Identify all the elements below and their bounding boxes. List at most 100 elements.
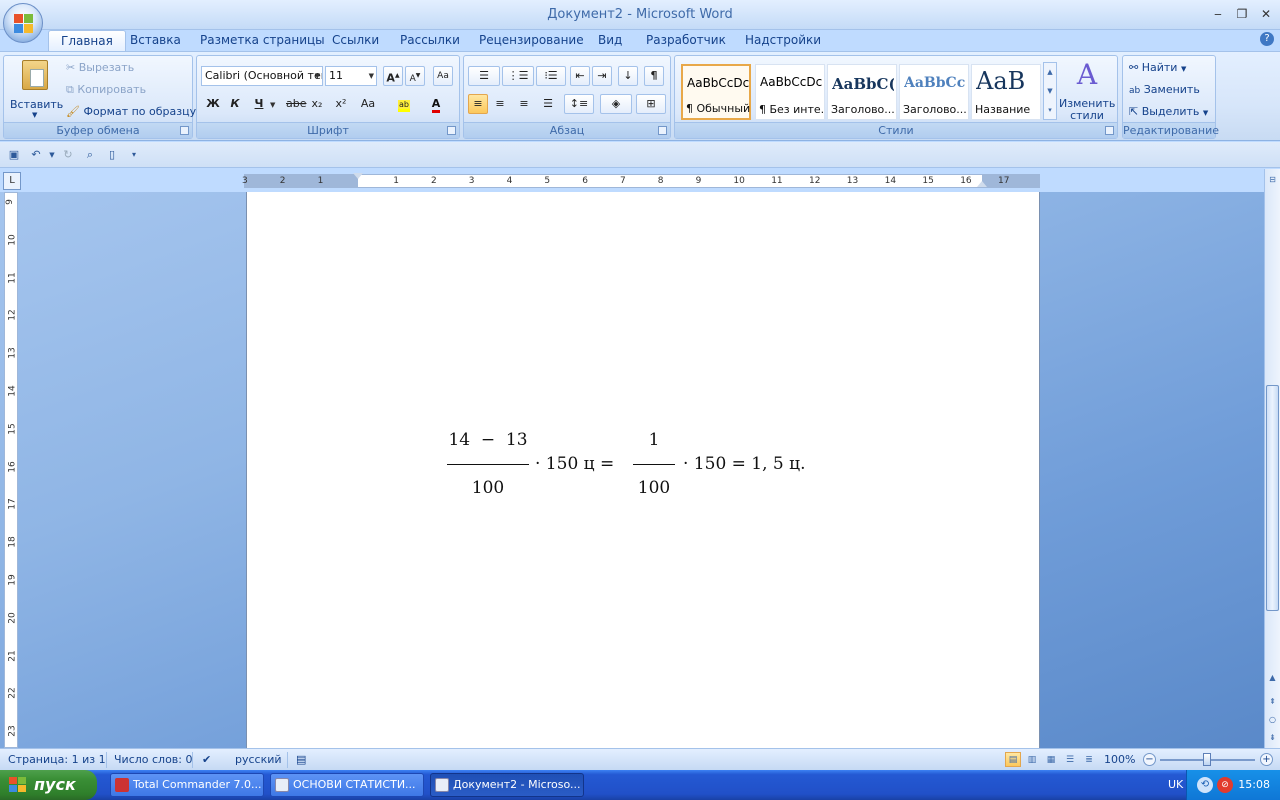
show-marks-button[interactable]: ¶ [644,66,664,86]
replace-button[interactable]: ab Заменить [1129,80,1200,100]
page-count[interactable]: Страница: 1 из 1 [8,753,106,766]
macro-record-icon[interactable]: ▤ [296,753,306,766]
line-spacing-button[interactable]: ↕≡ [564,94,594,114]
browse-object-icon[interactable]: ○ [1266,713,1279,727]
clipboard-dialog-launcher[interactable] [180,126,189,135]
language-indicator[interactable]: русский [235,753,282,766]
subscript-button[interactable]: x₂ [307,94,327,114]
draft-view-icon[interactable]: ≣ [1081,752,1097,767]
document-page[interactable]: 14 − 13 100 · 150 ц = 1 100 · 150 = 1, 5… [246,192,1040,748]
sort-button[interactable]: ↓ [618,66,638,86]
scroll-up-icon[interactable]: ▲ [1266,671,1279,685]
styles-scroll[interactable]: ▲ ▼ ▾ [1043,62,1057,120]
office-button[interactable] [3,3,43,43]
font-color-button[interactable]: A [423,94,449,114]
tab-review[interactable]: Рецензирование [467,30,596,52]
increase-indent-button[interactable]: ⇥ [592,66,612,86]
undo-icon[interactable]: ↶ [28,147,44,163]
format-painter-button[interactable]: 🖌 Формат по образцу [66,102,196,122]
find-button[interactable]: ⚯ Найти ▼ [1129,58,1186,78]
align-left-button[interactable]: ≡ [468,94,488,114]
style-heading2[interactable]: AaBbCc Заголово... [899,64,969,120]
superscript-button[interactable]: x² [331,94,351,114]
help-icon[interactable]: ? [1260,32,1274,46]
style-normal[interactable]: AaBbCcDc ¶ Обычный [681,64,751,120]
change-case-button[interactable]: Aa [355,94,381,114]
print-layout-view-icon[interactable]: ▤ [1005,752,1021,767]
align-center-button[interactable]: ≡ [490,94,510,114]
paste-button[interactable]: Вставить ▼ [8,58,63,120]
vertical-scrollbar[interactable]: ⊟ ▲ ⇞ ○ ⇟ [1264,169,1280,748]
new-document-icon[interactable]: ▯ [104,147,120,163]
vertical-ruler[interactable]: 9 10 11 12 13 14 15 16 17 18 19 20 21 22 23 [4,192,18,748]
italic-button[interactable]: К [225,94,245,114]
tab-addins[interactable]: Надстройки [733,30,833,52]
ruler-toggle-icon[interactable]: ⊟ [1266,173,1279,187]
redo-icon[interactable]: ↻ [60,147,76,163]
style-heading1[interactable]: AaBbC( Заголово... [827,64,897,120]
outline-view-icon[interactable]: ☰ [1062,752,1078,767]
proofing-icon[interactable]: ✔ [202,753,211,766]
input-language[interactable]: UK [1168,778,1183,791]
volume-icon[interactable]: ⊘ [1217,777,1233,793]
align-right-button[interactable]: ≡ [514,94,534,114]
font-name-select[interactable]: Calibri (Основной текст)▼ [201,66,323,86]
shading-button[interactable]: ◈ [600,94,632,114]
decrease-indent-button[interactable]: ⇤ [570,66,590,86]
tab-selector-icon[interactable]: L [3,172,21,190]
print-preview-icon[interactable]: ⌕ [82,147,98,163]
web-layout-icon[interactable]: ▦ [1043,752,1059,767]
minimize-button[interactable]: ‒ [1208,6,1228,22]
zoom-slider-thumb[interactable] [1203,753,1211,766]
scroll-thumb[interactable] [1266,385,1279,611]
close-button[interactable]: ✕ [1256,6,1276,22]
tab-references[interactable]: Ссылки [320,30,391,52]
previous-page-icon[interactable]: ⇞ [1266,695,1279,709]
multilevel-list-button[interactable]: ⁝☰ [536,66,566,86]
cut-button[interactable]: ✂ Вырезать [66,58,134,78]
start-button[interactable]: пуск [0,770,97,800]
horizontal-ruler[interactable]: 3 2 1 1 2 3 4 5 6 7 8 9 10 11 12 13 14 15 16 17 [242,173,1040,188]
tab-page-layout[interactable]: Разметка страницы [188,30,337,52]
styles-dialog-launcher[interactable] [1105,126,1114,135]
borders-button[interactable]: ⊞ [636,94,666,114]
task-total-commander[interactable]: Total Commander 7.0... [110,773,264,797]
customize-qat-icon[interactable]: ▾ [126,147,142,163]
tab-view[interactable]: Вид [586,30,634,52]
first-line-indent-icon[interactable] [353,173,363,179]
underline-button[interactable]: Ч [249,94,269,114]
change-styles-button[interactable]: A Изменить стили [1059,58,1115,122]
right-indent-icon[interactable] [977,181,987,187]
justify-button[interactable]: ☰ [538,94,558,114]
highlight-button[interactable]: ab [391,94,417,114]
task-document2[interactable]: Документ2 - Microso... [430,773,584,797]
full-screen-reading-icon[interactable]: ▥ [1024,752,1040,767]
undo-dropdown-icon[interactable]: ▼ [44,147,60,163]
style-title[interactable]: AaB Название [971,64,1041,120]
paragraph-dialog-launcher[interactable] [658,126,667,135]
strikethrough-button[interactable]: abe [285,94,307,114]
task-osnovi-statistiki[interactable]: ОСНОВИ СТАТИСТИ... [270,773,424,797]
restore-button[interactable]: ❐ [1232,6,1252,22]
zoom-in-icon[interactable]: + [1260,753,1273,766]
font-dialog-launcher[interactable] [447,126,456,135]
word-count[interactable]: Число слов: 0 [114,753,193,766]
zoom-out-icon[interactable]: − [1143,753,1156,766]
grow-font-button[interactable]: A▲ [383,66,403,86]
tab-mailings[interactable]: Рассылки [388,30,472,52]
zoom-level[interactable]: 100% [1104,753,1135,766]
underline-dropdown-icon[interactable]: ▼ [270,101,275,109]
save-icon[interactable]: ▣ [6,147,22,163]
equation[interactable]: 14 − 13 100 · 150 ц = 1 100 · 150 = 1, 5… [447,430,847,510]
font-size-select[interactable]: 11 ▼ [325,66,377,86]
clear-format-button[interactable]: Aa [433,66,453,86]
tab-insert[interactable]: Вставка [118,30,193,52]
numbering-button[interactable]: ⋮☰ [502,66,534,86]
shrink-font-button[interactable]: A▼ [405,66,425,86]
tab-home[interactable]: Главная [48,30,126,52]
next-page-icon[interactable]: ⇟ [1266,731,1279,745]
copy-button[interactable]: ⧉ Копировать [66,80,146,100]
style-no-spacing[interactable]: AaBbCcDc ¶ Без инте... [755,64,825,120]
select-button[interactable]: ⇱ Выделить ▼ [1129,102,1208,122]
bold-button[interactable]: Ж [203,94,223,114]
